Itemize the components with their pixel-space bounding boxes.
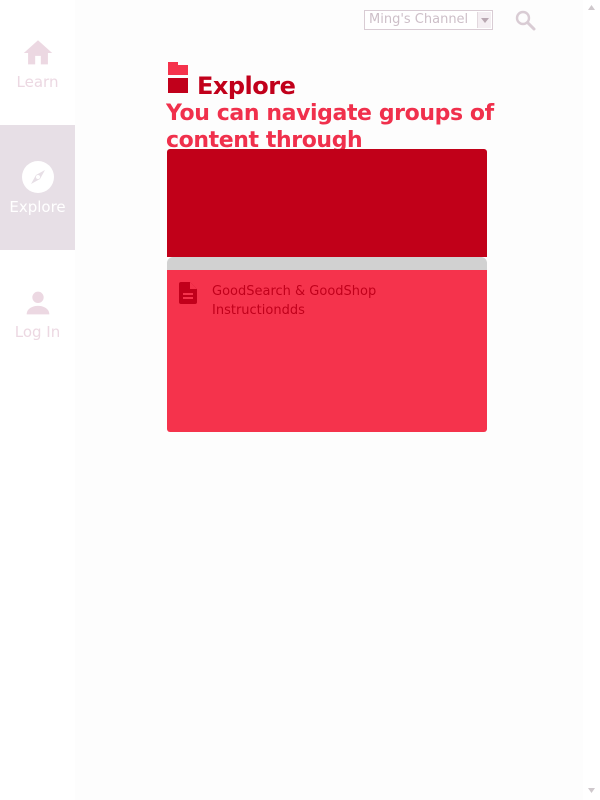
page-title: Explore bbox=[197, 72, 296, 100]
channel-select-value: Ming's Channel bbox=[369, 12, 469, 27]
nav-item-login[interactable]: Log In bbox=[0, 250, 75, 375]
scroll-down-icon[interactable] bbox=[586, 785, 597, 796]
nav-label-login: Log In bbox=[14, 323, 61, 341]
nav-item-explore[interactable]: Explore bbox=[0, 125, 75, 250]
document-icon bbox=[179, 282, 197, 304]
scrollbar[interactable] bbox=[583, 0, 600, 800]
page-description: You can navigate groups of content throu… bbox=[166, 101, 494, 151]
nav-label-explore: Explore bbox=[9, 198, 66, 216]
nav-label-learn: Learn bbox=[16, 73, 59, 91]
channel-select[interactable]: Ming's Channel bbox=[364, 10, 493, 30]
side-nav: Learn Explore Log In bbox=[0, 0, 75, 800]
content-card[interactable]: GoodSearch & GoodShop Instructiondds bbox=[167, 149, 487, 432]
card-thumbnail bbox=[167, 149, 487, 257]
topic-icon bbox=[168, 62, 188, 93]
card-title: GoodSearch & GoodShop Instructiondds bbox=[212, 284, 377, 318]
card-body: GoodSearch & GoodShop Instructiondds bbox=[167, 257, 487, 432]
description-container: You can navigate groups of content throu… bbox=[166, 100, 496, 151]
person-icon bbox=[26, 291, 49, 315]
scroll-up-icon[interactable] bbox=[586, 2, 597, 13]
nav-item-learn[interactable]: Learn bbox=[0, 0, 75, 125]
chevron-down-icon bbox=[477, 12, 491, 28]
home-icon bbox=[23, 40, 52, 65]
search-icon[interactable] bbox=[513, 8, 537, 32]
compass-icon bbox=[21, 161, 54, 193]
